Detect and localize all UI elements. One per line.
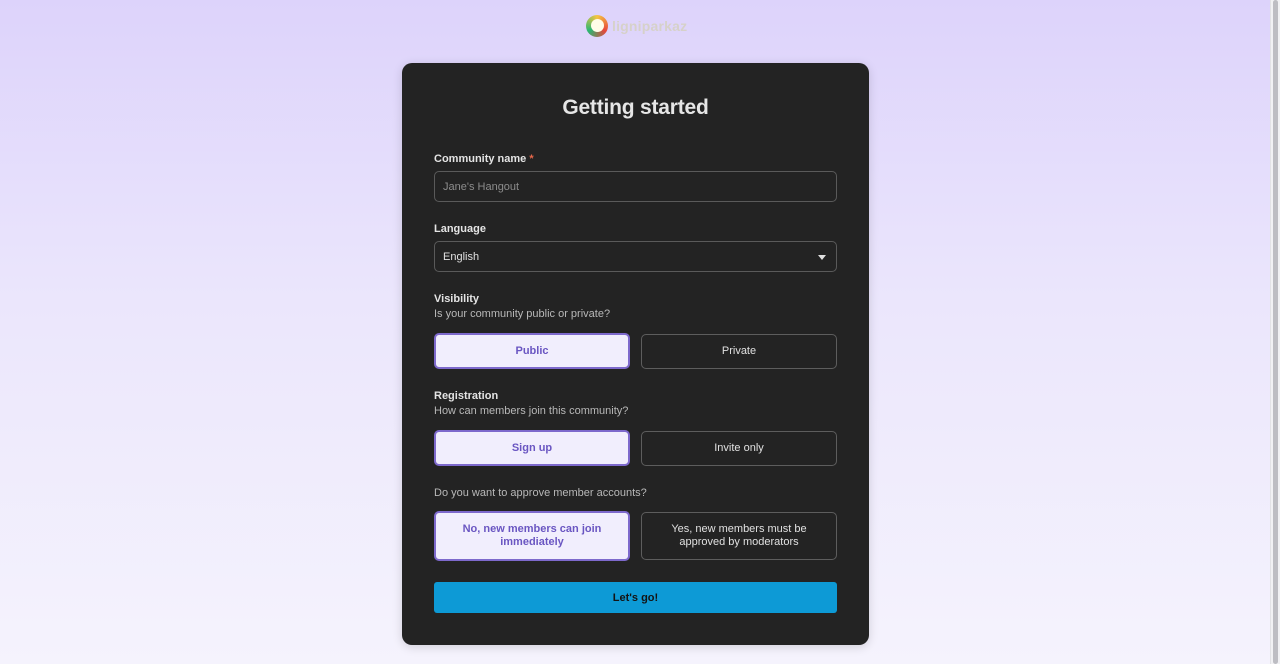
community-name-input[interactable]: Jane's Hangout [434, 171, 837, 202]
submit-button[interactable]: Let's go! [434, 582, 837, 613]
brand-logo-text: ligniparkaz [612, 18, 688, 34]
approval-yes-button[interactable]: Yes, new members must be approved by mod… [641, 512, 837, 560]
registration-label: Registration [434, 390, 499, 402]
approval-hint: Do you want to approve member accounts? [434, 487, 647, 499]
brand-logo[interactable]: ligniparkaz [586, 12, 687, 40]
visibility-label: Visibility [434, 293, 480, 305]
required-mark: * [529, 153, 534, 165]
brand-logo-icon [586, 15, 608, 37]
chevron-down-icon [818, 255, 826, 260]
getting-started-card: Getting started Community name * Jane's … [402, 63, 869, 645]
scrollbar[interactable] [1270, 0, 1280, 664]
registration-signup-button[interactable]: Sign up [434, 430, 630, 466]
language-select[interactable]: English [434, 241, 837, 272]
visibility-private-button[interactable]: Private [641, 334, 837, 369]
language-selected-value: English [443, 250, 480, 263]
visibility-public-button[interactable]: Public [434, 333, 630, 369]
registration-invite-only-button[interactable]: Invite only [641, 431, 837, 466]
community-name-placeholder: Jane's Hangout [443, 180, 520, 193]
scrollbar-thumb[interactable] [1273, 0, 1278, 664]
page-title: Getting started [562, 96, 709, 119]
community-name-label-text: Community name [434, 153, 527, 165]
community-name-label: Community name * [434, 153, 534, 165]
language-label: Language [434, 223, 486, 235]
visibility-hint: Is your community public or private? [434, 308, 611, 320]
registration-hint: How can members join this community? [434, 405, 629, 417]
approval-no-button[interactable]: No, new members can join immediately [434, 511, 630, 561]
